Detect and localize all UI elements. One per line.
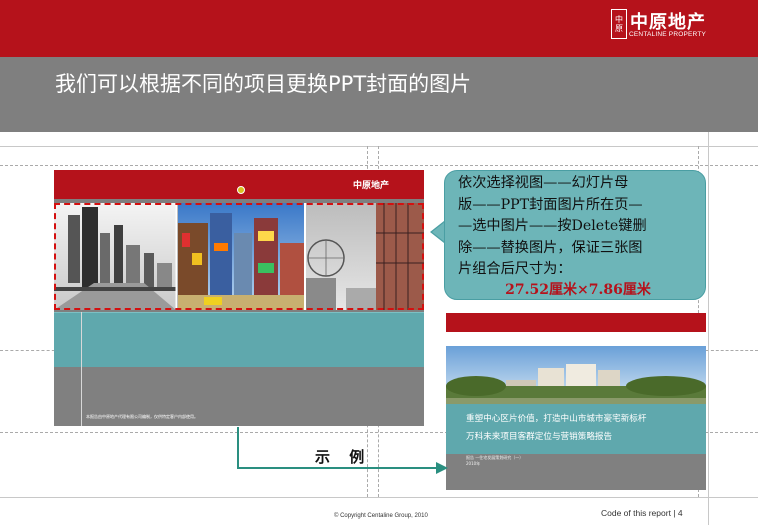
logo-seal-icon: 中原 [611, 9, 627, 39]
instruction-line: 片组合后尺寸为： [458, 261, 572, 277]
instruction-text: 依次选择视图——幻灯片母 版——PPT封面图片所在页— —选中图片——按Dele… [458, 173, 698, 281]
example-cover[interactable]: 重塑中心区片价值，打造中山市城市豪宅新标杆 万科未来项目客群定位与营销策略报告 … [446, 313, 706, 490]
template-thumbnail[interactable]: 中原地产 本报告由中原地产代理有限公司编制，仅供特定客户内部使用。 [54, 170, 424, 426]
instruction-line: —选中图片——按Delete键删 [458, 218, 647, 234]
footer-page-code: Code of this report | 4 [601, 508, 683, 518]
example-small-line: 2010年 [466, 461, 481, 466]
selection-outline [54, 203, 424, 310]
example-header-bar [446, 313, 706, 332]
example-label: 示 例 [315, 448, 372, 466]
thumb-logo: 中原地产 [353, 181, 390, 191]
thumb-side-divider [54, 312, 82, 426]
guide-line [0, 350, 60, 351]
example-title-line: 重塑中心区片价值，打造中山市城市豪宅新标杆 [466, 414, 647, 424]
guide-line [0, 165, 758, 166]
guide-line [0, 497, 758, 498]
guide-line [708, 132, 709, 525]
rotate-handle-icon[interactable] [237, 186, 245, 194]
example-subtitle-line: 万科未来项目客群定位与营销策略报告 [466, 432, 613, 442]
logo-seal-text: 中原 [615, 15, 623, 33]
guide-line [706, 350, 758, 351]
instruction-line: 版——PPT封面图片所在页— [458, 196, 643, 213]
example-small-text: 报告 —住宅发展策划研究（一） 2010年 [466, 455, 523, 467]
example-title: 重塑中心区片价值，打造中山市城市豪宅新标杆 万科未来项目客群定位与营销策略报告 [466, 410, 706, 446]
instruction-line: 依次选择视图——幻灯片母 [458, 175, 629, 191]
instruction-line: 除——替换图片，保证三张图 [458, 239, 643, 256]
guide-line [0, 146, 758, 147]
size-spec: 27.52厘米×7.86厘米 [505, 282, 651, 298]
example-white-band [446, 332, 706, 346]
slide-title: 我们可以根据不同的项目更换PPT封面的图片 [55, 72, 472, 96]
thumb-teal-band [54, 312, 424, 369]
footer-copyright: © Copyright Centaline Group, 2010 [334, 513, 428, 519]
example-photo-image [446, 346, 706, 404]
thumb-footer-text: 本报告由中原地产代理有限公司编制，仅供特定客户内部使用。 [86, 414, 198, 419]
logo-en: CENTALINE PROPERTY [629, 31, 707, 38]
